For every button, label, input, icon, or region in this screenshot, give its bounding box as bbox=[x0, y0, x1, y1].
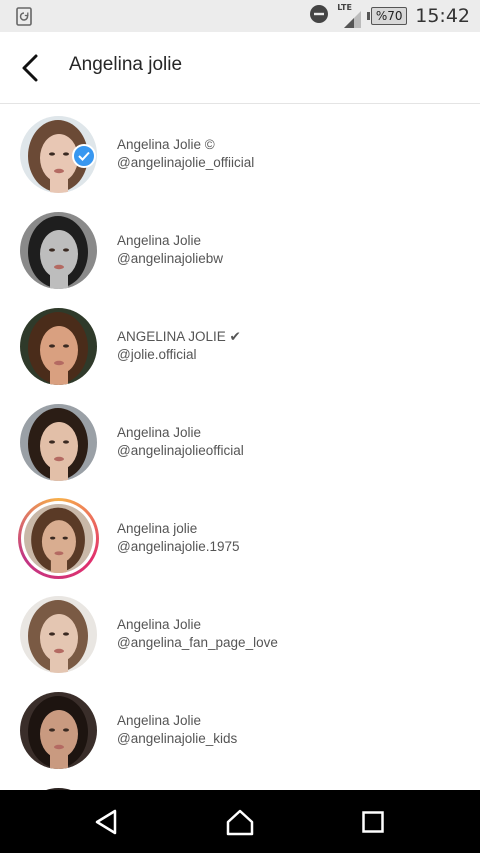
chevron-left-icon bbox=[22, 54, 38, 82]
account-text: Angelina Jolie @angelinajolieofficial bbox=[117, 424, 244, 460]
account-text: Angelina jolie @angelinajolie.1975 bbox=[117, 520, 240, 556]
account-text: Angelina Jolie @angelinajoliebw bbox=[117, 232, 223, 268]
account-row[interactable]: Angelina jolie @angelinajolie.1975 bbox=[0, 488, 480, 584]
account-full-name: ANGELINA JOLIE ✔ bbox=[117, 329, 241, 344]
home-icon bbox=[226, 809, 254, 836]
account-full-name: Angelina Jolie bbox=[117, 233, 202, 248]
back-button[interactable] bbox=[14, 50, 46, 86]
account-username: @angelina_fan_page_love bbox=[117, 635, 278, 650]
account-row[interactable]: Angelina Jolie @angelinajoliebw bbox=[0, 200, 480, 296]
avatar[interactable] bbox=[20, 692, 97, 769]
triangle-back-icon bbox=[95, 809, 117, 835]
profile-photo bbox=[20, 692, 97, 769]
search-query-title: Angelina jolie bbox=[69, 54, 183, 75]
avatar[interactable] bbox=[20, 596, 97, 673]
account-text: Angelina Jolie © @angelinajolie_offiicial bbox=[117, 136, 254, 172]
profile-photo bbox=[24, 504, 93, 573]
account-row[interactable]: ANGELINA JOLIE ✔ @jolie.official bbox=[0, 296, 480, 392]
account-full-name: Angelina Jolie bbox=[117, 713, 202, 728]
battery-indicator: %70 bbox=[367, 7, 408, 25]
account-row[interactable]: Angelina Jolie @angelina_fan_page_love bbox=[0, 584, 480, 680]
account-full-name: Angelina jolie bbox=[117, 521, 198, 536]
avatar[interactable] bbox=[20, 308, 97, 385]
signal-icon: LTE bbox=[337, 3, 363, 29]
clock: 15:42 bbox=[415, 5, 470, 27]
account-row[interactable]: Angelina Jolie @angelinajolie_kids bbox=[0, 680, 480, 776]
nav-back-button[interactable] bbox=[88, 804, 124, 840]
account-username: @jolie.official bbox=[117, 347, 197, 362]
verified-badge-icon bbox=[72, 144, 96, 168]
profile-photo bbox=[20, 404, 97, 481]
account-username: @angelinajolie_offiicial bbox=[117, 155, 255, 170]
account-username: @angelinajolie_kids bbox=[117, 731, 238, 746]
account-username: @angelinajolie.1975 bbox=[117, 539, 240, 554]
account-full-name: Angelina Jolie bbox=[117, 425, 202, 440]
account-text: Angelina Jolie @angelinajolie_kids bbox=[117, 712, 237, 748]
account-username: @angelinajolieofficial bbox=[117, 443, 244, 458]
avatar[interactable] bbox=[20, 404, 97, 481]
account-full-name: Angelina Jolie © bbox=[117, 137, 215, 152]
avatar[interactable] bbox=[20, 212, 97, 289]
nav-home-button[interactable] bbox=[222, 804, 258, 840]
nav-recents-button[interactable] bbox=[355, 804, 391, 840]
do-not-disturb-icon bbox=[309, 4, 329, 29]
profile-photo bbox=[20, 596, 97, 673]
profile-photo bbox=[20, 212, 97, 289]
avatar[interactable] bbox=[24, 504, 93, 573]
status-bar: LTE %70 15:42 bbox=[0, 0, 480, 32]
system-navigation-bar bbox=[0, 790, 480, 853]
search-header: Angelina jolie bbox=[0, 32, 480, 104]
account-row[interactable]: Angelina Jolie @angelinajolieofficial bbox=[0, 392, 480, 488]
account-full-name: Angelina Jolie bbox=[117, 617, 202, 632]
account-results-list[interactable]: Angelina Jolie © @angelinajolie_offiicial… bbox=[0, 104, 480, 790]
account-row[interactable]: Angelina Jolie © @angelinajolie_offiicial bbox=[0, 104, 480, 200]
account-text: ANGELINA JOLIE ✔ @jolie.official bbox=[117, 328, 241, 364]
square-recents-icon bbox=[362, 811, 384, 833]
profile-photo bbox=[20, 308, 97, 385]
account-text: Angelina Jolie @angelina_fan_page_love bbox=[117, 616, 278, 652]
sync-notification-icon bbox=[16, 7, 32, 31]
account-username: @angelinajoliebw bbox=[117, 251, 224, 266]
